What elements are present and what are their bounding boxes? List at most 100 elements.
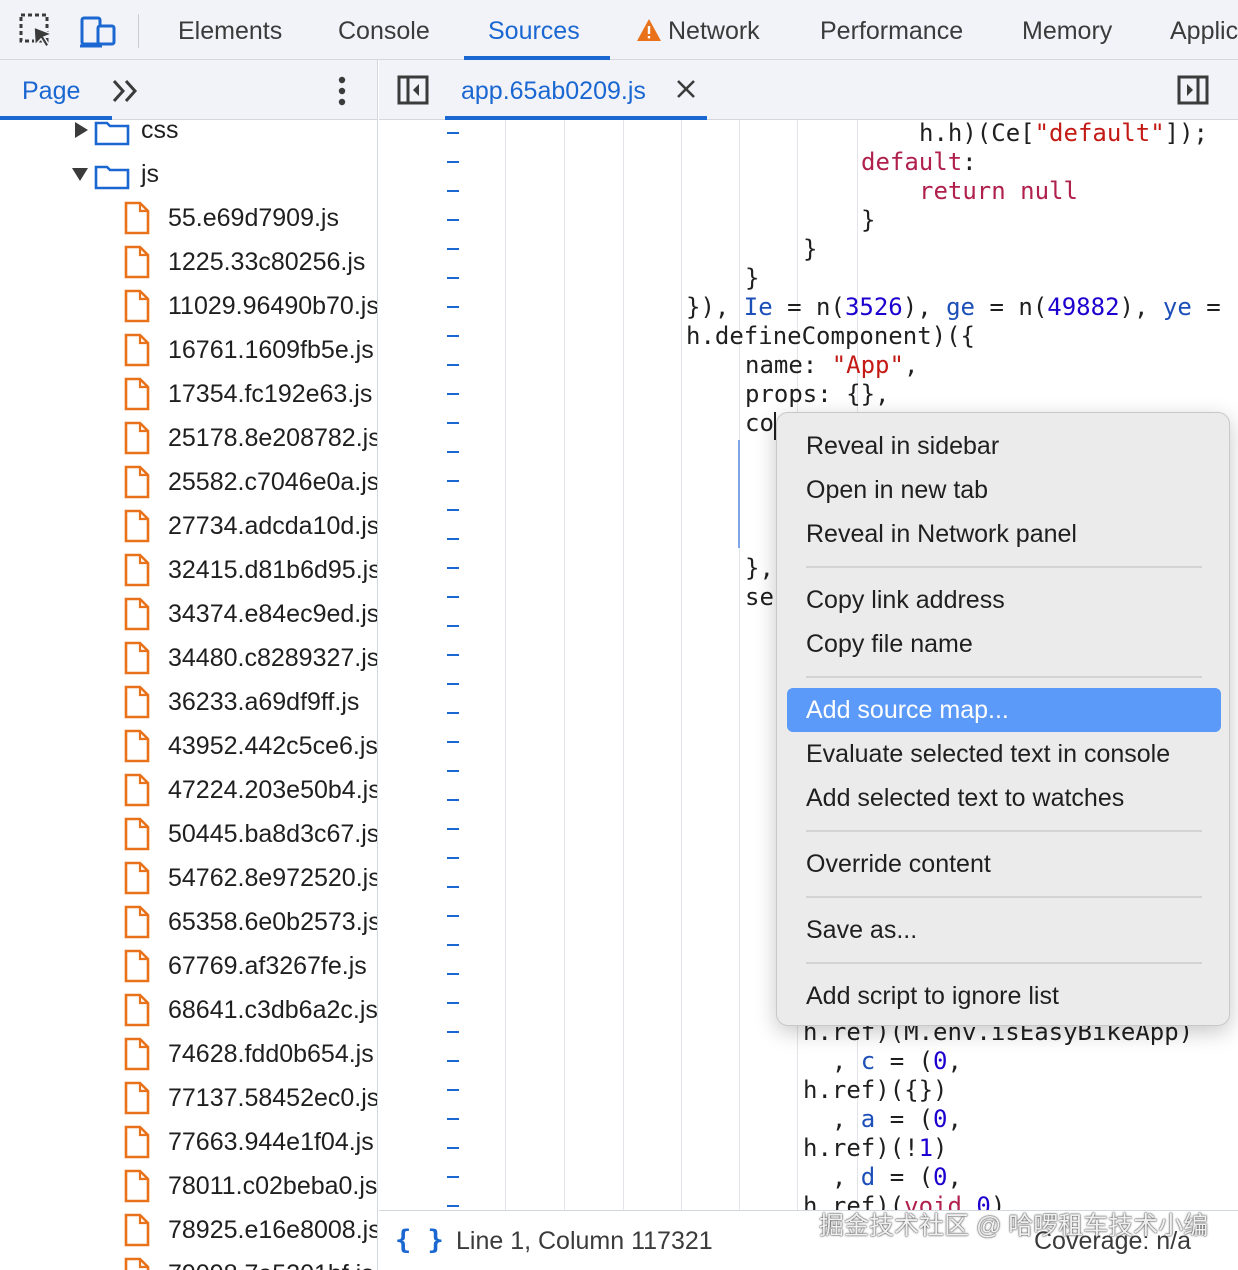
file-row[interactable]: 55.e69d7909.js [0,196,377,240]
file-row[interactable]: 36233.a69df9ff.js [0,680,377,724]
file-row[interactable]: 16761.1609fb5e.js [0,328,377,372]
code-line: h.ref)({}) [803,1076,948,1104]
tab-application[interactable]: Applic [1170,0,1238,60]
file-row[interactable]: 50445.ba8d3c67.js [0,812,378,856]
file-name: 25582.c7046e0a.js [168,468,378,496]
file-name: 77663.944e1f04.js [168,1128,374,1156]
line-marker [447,741,459,743]
curly-braces-icon[interactable]: { } [395,1211,444,1270]
file-name: 50445.ba8d3c67.js [168,820,378,848]
file-row[interactable]: 54762.8e972520.js [0,856,377,900]
tab-network[interactable]: Network [636,0,760,60]
menu-item-save-as[interactable]: Save as... [787,908,1221,952]
inspect-element-icon[interactable] [18,12,56,50]
file-icon [124,377,150,411]
device-toolbar-icon[interactable] [78,12,116,50]
file-row[interactable]: 68641.c3db6a2c.js [0,988,378,1032]
open-file-tab[interactable]: app.65ab0209.js [461,60,646,120]
code-line: h.defineComponent)({ [686,322,975,350]
line-marker [447,828,459,830]
menu-item-add-source-map[interactable]: Add source map... [787,688,1221,732]
file-row[interactable]: 67769.af3267fe.js [0,944,377,988]
line-marker [447,393,459,395]
line-marker [447,219,459,221]
code-line: return null [919,177,1078,205]
file-name: 55.e69d7909.js [168,204,339,232]
code-line: } [861,206,876,234]
file-row[interactable]: 77663.944e1f04.js [0,1120,377,1164]
folder-row-js[interactable]: js [0,152,377,196]
tab-memory[interactable]: Memory [1022,0,1112,60]
indent-guide-line [739,120,740,1210]
tab-elements[interactable]: Elements [178,0,282,60]
tab-console[interactable]: Console [338,0,430,60]
kebab-menu-icon[interactable] [330,74,354,108]
file-row[interactable]: 74628.fdd0b654.js [0,1032,377,1076]
file-row[interactable]: 65358.6e0b2573.js [0,900,377,944]
file-row[interactable]: 34480.c8289327.js [0,636,377,680]
tab-performance[interactable]: Performance [820,0,963,60]
caret-right-icon[interactable] [75,122,88,138]
menu-item-copy-file-name[interactable]: Copy file name [787,622,1221,666]
line-marker [447,712,459,714]
file-name: 25178.8e208782.js [168,424,378,452]
folder-row-css[interactable]: css [0,108,377,152]
menu-item-add-script-to-ignore-list[interactable]: Add script to ignore list [787,974,1221,1018]
file-row[interactable]: 11029.96490b70.js [0,284,378,328]
close-icon[interactable] [675,78,697,100]
menu-item-evaluate-selected-text-in-console[interactable]: Evaluate selected text in console [787,732,1221,776]
line-marker [447,132,459,134]
file-icon [124,773,150,807]
file-icon [124,553,150,587]
line-marker [447,277,459,279]
code-line: default: [861,148,977,176]
file-row[interactable]: 25582.c7046e0a.js [0,460,378,504]
status-bar: { } Line 1, Column 117321 Coverage: n/a … [379,1210,1238,1270]
file-row[interactable]: 25178.8e208782.js [0,416,378,460]
code-line: } [745,264,760,292]
file-icon [124,465,150,499]
line-marker [447,538,459,540]
file-row[interactable]: 77137.58452ec0.js [0,1076,378,1120]
menu-item-open-in-new-tab[interactable]: Open in new tab [787,468,1221,512]
tab-sources[interactable]: Sources [488,0,580,60]
file-icon [124,949,150,983]
file-row[interactable]: 47224.203e50b4.js [0,768,377,812]
menu-item-copy-link-address[interactable]: Copy link address [787,578,1221,622]
file-row[interactable]: 43952.442c5ce6.js [0,724,377,768]
file-row[interactable]: 1225.33c80256.js [0,240,377,284]
watermark: 掘金技术社区 @ 哈啰租车技术小编 [819,1212,1209,1240]
menu-item-reveal-in-sidebar[interactable]: Reveal in sidebar [787,424,1221,468]
file-name: 79098.7a5201bf.js [168,1252,374,1270]
file-name: 68641.c3db6a2c.js [168,996,378,1024]
file-name: 32415.d81b6d95.js [168,556,378,584]
code-line: h.ref)(!1) [803,1134,948,1162]
file-row[interactable]: 34374.e84ec9ed.js [0,592,377,636]
line-marker [447,1147,459,1149]
file-row[interactable]: 27734.adcda10d.js [0,504,377,548]
file-row[interactable]: 78925.e16e8008.js [0,1208,377,1252]
file-name: 77137.58452ec0.js [168,1084,378,1112]
file-navigator: Page css js 55.e69d7909.js 1225.33c80256.js… [0,60,378,1270]
code-line: h.h)(Ce["default"]); [919,120,1208,147]
file-row[interactable]: 78011.c02beba0.js [0,1164,377,1208]
menu-separator [806,896,1202,898]
toggle-navigator-icon[interactable] [397,74,429,106]
menu-separator [806,830,1202,832]
code-line: name: "App", [745,351,919,379]
toggle-debugger-icon[interactable] [1177,74,1209,106]
file-row[interactable]: 79098.7a5201bf.js [0,1252,377,1270]
file-row[interactable]: 32415.d81b6d95.js [0,548,378,592]
code-line: , d = (0, [803,1163,962,1191]
line-marker [447,1176,459,1178]
line-marker [447,683,459,685]
menu-item-override-content[interactable]: Override content [787,842,1221,886]
menu-item-add-selected-text-to-watches[interactable]: Add selected text to watches [787,776,1221,820]
file-icon [124,1081,150,1115]
double-chevron-right-icon[interactable] [110,76,142,106]
file-row[interactable]: 17354.fc192e63.js [0,372,377,416]
caret-down-icon[interactable] [72,168,88,181]
code-line: }), Ie = n(3526), ge = n(49882), ye = [686,293,1221,321]
file-name: 11029.96490b70.js [168,292,378,320]
menu-item-reveal-in-network-panel[interactable]: Reveal in Network panel [787,512,1221,556]
